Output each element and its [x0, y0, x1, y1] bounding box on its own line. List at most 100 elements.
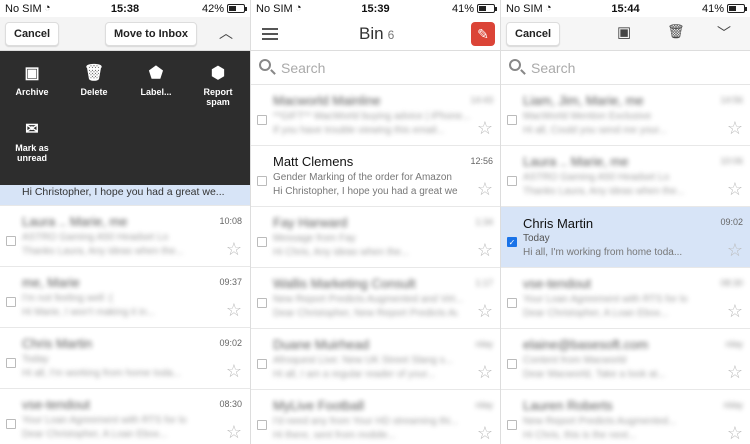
list-item[interactable]: vse-tendout 08:30 Your Loan Agreement with… [501, 268, 750, 329]
star-icon[interactable]: ☆ [226, 362, 242, 380]
search-bar[interactable]: Search [251, 51, 500, 85]
star-icon[interactable]: ☆ [226, 240, 242, 258]
list-item[interactable]: elaine@basesoft.com rday Content from Macw… [501, 329, 750, 390]
search-input[interactable]: Search [531, 60, 575, 76]
checkbox[interactable] [507, 298, 517, 308]
star-icon[interactable]: ☆ [226, 301, 242, 319]
checkbox[interactable] [257, 176, 267, 186]
search-bar[interactable]: Search [501, 51, 750, 85]
menu-icon[interactable] [262, 28, 278, 40]
sender: Laura .. Marie, me [523, 154, 629, 169]
sender: elaine@basesoft.com [523, 337, 649, 352]
label-label: Label... [140, 87, 172, 97]
checkbox[interactable] [257, 237, 267, 247]
sender: Laura .. Marie, me [22, 214, 128, 229]
report-spam-icon: ⬢ [211, 65, 225, 82]
status-bar: No SIM ◔ 15:39 41% [251, 0, 500, 17]
star-icon[interactable]: ☆ [727, 363, 743, 381]
list-item[interactable]: Matt Clemens 12:56 Gender Marking of the o… [251, 146, 500, 207]
checkbox[interactable] [6, 297, 16, 307]
time: 09:02 [219, 338, 242, 348]
time: 08:30 [219, 399, 242, 409]
list-item[interactable]: MyLive Football rday I'd need any from You… [251, 390, 500, 444]
mark-unread-button[interactable]: ✉ Mark as unread [2, 121, 62, 163]
subject: Gender Marking of the order for Amazon [273, 172, 452, 183]
checkbox[interactable] [6, 358, 16, 368]
subject: Your Loan Agreement with RTS for lo [523, 294, 688, 305]
checkbox[interactable] [507, 359, 517, 369]
search-input[interactable]: Search [281, 60, 325, 76]
checkbox[interactable] [257, 298, 267, 308]
sender: Chris Martin [523, 216, 594, 231]
checkbox[interactable] [6, 419, 16, 429]
search-icon [259, 59, 271, 71]
selection-toolbar: Cancel Move to Inbox ︿ [0, 17, 250, 51]
list-item[interactable]: Wallis Marketing Consult 1:17 New Report P… [251, 268, 500, 329]
star-icon[interactable]: ☆ [477, 119, 493, 137]
move-to-inbox-button[interactable]: Move to Inbox [105, 22, 197, 46]
star-icon[interactable]: ☆ [727, 241, 743, 259]
checkbox[interactable] [6, 236, 16, 246]
list-item[interactable]: Chris Martin 09:02 Today Hi all, I'm wor… [0, 328, 250, 389]
star-icon[interactable]: ☆ [477, 180, 493, 198]
checkbox[interactable]: ✓ [507, 237, 517, 247]
star-icon[interactable]: ☆ [727, 424, 743, 442]
report-spam-button[interactable]: ⬢ Report spam [188, 65, 248, 107]
label-button[interactable]: ⬟ Label... [126, 65, 186, 97]
panel-selection: No SIM ◔ 15:44 41% Cancel ▣ 🗑 ﹀ Search L… [500, 0, 750, 444]
sender: Macworld Mainline [273, 93, 381, 108]
checkbox[interactable] [507, 420, 517, 430]
checkbox[interactable] [507, 115, 517, 125]
compose-button[interactable]: ✎ [471, 22, 495, 46]
checkbox[interactable] [257, 420, 267, 430]
list-item[interactable]: Laura .. Marie, me 10:08 ASTRO Gaming A5… [0, 206, 250, 267]
list-item[interactable]: ✓ Chris Martin 09:02 Today Hi all, I'm worki… [501, 207, 750, 268]
sender: vse-tendout [523, 276, 591, 291]
star-icon[interactable]: ☆ [477, 424, 493, 442]
mail-icon: ✉ [25, 121, 39, 138]
time: 12:56 [470, 156, 493, 166]
subject: Afroquest Live: New UK Street Slang s... [273, 355, 454, 366]
action-sheet: ▣ Archive 🗑 Delete ⬟ Label... ⬢ Report s… [0, 51, 250, 185]
checkbox[interactable] [257, 115, 267, 125]
list-item[interactable]: Fay Harward 1:34 Message from Fay Hi Chris,… [251, 207, 500, 268]
archive-icon[interactable]: ▣ [617, 23, 631, 41]
star-icon[interactable]: ☆ [727, 180, 743, 198]
chevron-down-icon[interactable]: ﹀ [717, 23, 731, 43]
subject: I'm not feeling well :( [22, 293, 113, 304]
star-icon[interactable]: ☆ [727, 302, 743, 320]
checkbox[interactable] [257, 359, 267, 369]
trash-icon[interactable]: 🗑 [667, 23, 685, 40]
snippet: Hi Christopher, I hope you had a great w… [273, 186, 458, 197]
star-icon[interactable]: ☆ [477, 302, 493, 320]
star-icon[interactable]: ☆ [477, 363, 493, 381]
subject: Message from Fay [273, 233, 356, 244]
time: 14:43 [470, 95, 493, 105]
star-icon[interactable]: ☆ [727, 119, 743, 137]
snippet: Hi all, I'm working from home toda... [22, 368, 182, 379]
list-item[interactable]: me, Marie 09:37 I'm not feeling well :( … [0, 267, 250, 328]
list-item[interactable]: Laura .. Marie, me 10:06 ASTRO Gaming A50 … [501, 146, 750, 207]
list-item[interactable]: vse-tendout 08:30 Your Loan Agreement wi… [0, 389, 250, 444]
list-item[interactable]: Macworld Mainline 14:43 **GIFT** MacWorld … [251, 85, 500, 146]
time: 14:56 [720, 95, 743, 105]
checkbox[interactable] [507, 176, 517, 186]
subject: I'd need any from Your HD streaming thi.… [273, 416, 459, 427]
archive-button[interactable]: ▣ Archive [2, 65, 62, 97]
list-item[interactable]: Duane Muirhead rday Afroquest Live: New UK… [251, 329, 500, 390]
chevron-up-icon[interactable]: ︿ [219, 23, 233, 43]
subject: New Report Predicts Augmented... [523, 416, 677, 427]
delete-button[interactable]: 🗑 Delete [64, 65, 124, 97]
subject: ASTRO Gaming A50 Headset Lo [22, 232, 169, 243]
sender: MyLive Football [273, 398, 365, 413]
star-icon[interactable]: ☆ [226, 423, 242, 441]
sender: me, Marie [22, 275, 80, 290]
cancel-button[interactable]: Cancel [5, 22, 60, 46]
star-icon[interactable]: ☆ [477, 241, 493, 259]
snippet: Dear Macworld, Take a look at... [523, 369, 666, 380]
list-item[interactable]: Lauren Roberts riday New Report Predicts A… [501, 390, 750, 444]
cancel-button[interactable]: Cancel [506, 22, 561, 46]
page-title: Bin 6 [359, 24, 395, 43]
list-item[interactable]: Liam, Jim, Marie, me 14:56 MacWorld Mentio… [501, 85, 750, 146]
time: rday [475, 339, 493, 349]
